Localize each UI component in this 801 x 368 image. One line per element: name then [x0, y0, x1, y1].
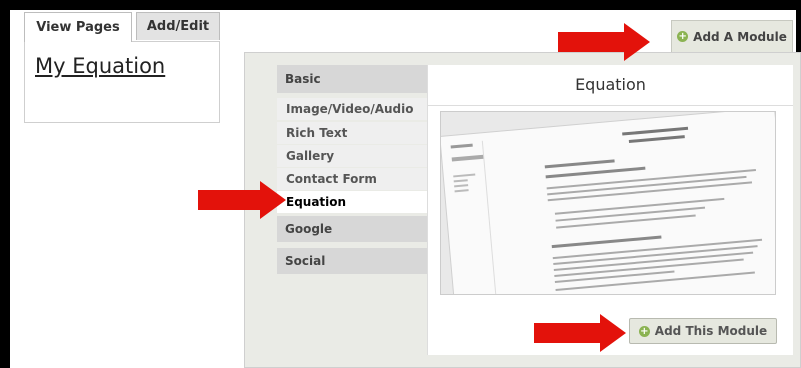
category-social-label: Social	[285, 254, 326, 268]
plus-circle-icon: +	[677, 31, 689, 42]
category-basic-label: Basic	[285, 72, 321, 86]
preview-title: Equation	[575, 75, 646, 94]
add-this-module-button[interactable]: + Add This Module	[629, 318, 777, 344]
page-link-my-equation[interactable]: My Equation	[35, 54, 165, 78]
category-google-label: Google	[285, 222, 333, 236]
category-basic[interactable]: Basic	[277, 65, 427, 93]
add-module-label: Add A Module	[693, 29, 787, 44]
plus-circle-icon: +	[638, 325, 650, 337]
category-google[interactable]: Google	[277, 216, 427, 242]
tab-view-pages[interactable]: View Pages	[24, 12, 132, 42]
module-item-image-video-audio[interactable]: Image/Video/Audio	[277, 98, 427, 120]
module-item-contact-form[interactable]: Contact Form	[277, 168, 427, 190]
arrow-icon	[198, 181, 286, 219]
module-item-equation[interactable]: Equation	[277, 191, 427, 213]
add-this-module-label: Add This Module	[654, 324, 768, 338]
arrow-icon	[558, 23, 650, 61]
module-item-gallery[interactable]: Gallery	[277, 145, 427, 167]
preview-divider	[428, 105, 793, 106]
arrow-icon	[534, 314, 626, 352]
preview-thumbnail	[440, 111, 776, 295]
tab-add-edit[interactable]: Add/Edit	[136, 12, 220, 40]
category-social[interactable]: Social	[277, 248, 427, 274]
pages-panel: My Equation	[24, 41, 220, 123]
module-item-rich-text[interactable]: Rich Text	[277, 122, 427, 144]
add-module-tab[interactable]: + Add A Module	[671, 20, 793, 52]
